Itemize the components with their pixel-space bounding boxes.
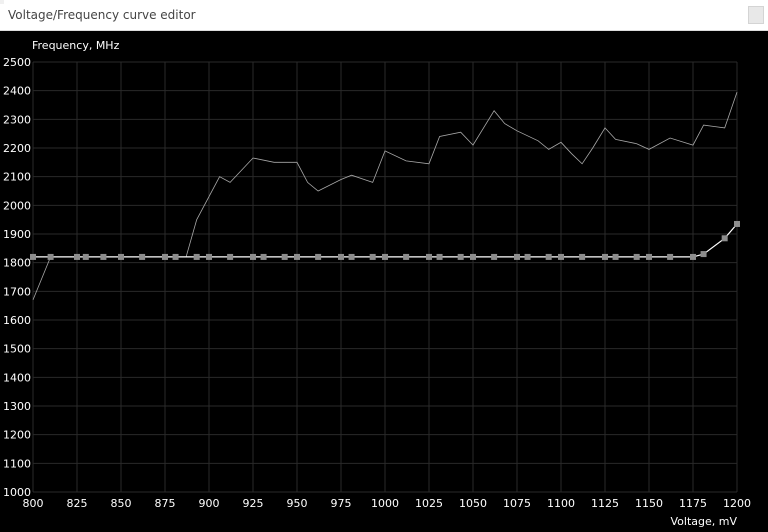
x-tick-label: 825 <box>67 497 88 510</box>
curve-point[interactable] <box>250 253 256 260</box>
y-tick-label: 1800 <box>3 257 31 270</box>
y-tick-label: 1300 <box>3 400 31 413</box>
curve-point[interactable] <box>281 253 288 260</box>
curve-point[interactable] <box>690 253 696 260</box>
curve-point[interactable] <box>30 253 36 260</box>
curve-point[interactable] <box>227 253 234 260</box>
x-tick-label: 1025 <box>415 497 443 510</box>
x-tick-label: 1150 <box>635 497 663 510</box>
curve-point[interactable] <box>206 253 212 260</box>
x-tick-label: 1175 <box>679 497 707 510</box>
vf-curve-chart[interactable]: 800 825 850 875 900 925 950 975 1000 1025 1050 1075… <box>0 0 768 532</box>
x-tick-label: 925 <box>243 497 264 510</box>
y-tick-label: 1200 <box>3 429 31 442</box>
curve-point[interactable] <box>436 253 443 260</box>
curve-point[interactable] <box>426 253 432 260</box>
y-tick-label: 2300 <box>3 113 31 126</box>
curve-point[interactable] <box>457 253 464 260</box>
curve-point[interactable] <box>700 251 707 258</box>
curve-point[interactable] <box>47 253 54 260</box>
curve-point[interactable] <box>369 253 376 260</box>
curve-point[interactable] <box>514 253 520 260</box>
y-tick-label: 1100 <box>3 457 31 470</box>
y-tick-label: 1600 <box>3 314 31 327</box>
curve-point[interactable] <box>602 253 608 260</box>
curve-point[interactable] <box>193 253 200 260</box>
y-tick-label: 2200 <box>3 142 31 155</box>
x-axis-label: Voltage, mV <box>671 515 738 528</box>
x-tick-label: 850 <box>111 497 132 510</box>
curve-point[interactable] <box>82 253 89 260</box>
x-tick-label: 1200 <box>723 497 751 510</box>
curve-point[interactable] <box>348 253 355 260</box>
curve-point[interactable] <box>118 253 124 260</box>
curve-point[interactable] <box>382 253 388 260</box>
curve-point[interactable] <box>403 253 410 260</box>
x-tick-label: 1000 <box>371 497 399 510</box>
y-tick-label: 2000 <box>3 199 31 212</box>
curve-point[interactable] <box>646 253 652 260</box>
x-tick-label: 1075 <box>503 497 531 510</box>
curve-point[interactable] <box>721 235 728 242</box>
curve-point[interactable] <box>139 253 146 260</box>
y-tick-label: 2400 <box>3 85 31 98</box>
curve-point[interactable] <box>491 253 498 260</box>
curve-point[interactable] <box>100 253 107 260</box>
x-tick-label: 1125 <box>591 497 619 510</box>
curve-point[interactable] <box>74 253 80 260</box>
curve-point[interactable] <box>172 253 179 260</box>
curve-point[interactable] <box>315 253 322 260</box>
x-tick-label: 1050 <box>459 497 487 510</box>
curve-point[interactable] <box>162 253 168 260</box>
x-tick-label: 975 <box>331 497 352 510</box>
y-tick-label: 1700 <box>3 285 31 298</box>
curve-point[interactable] <box>579 253 586 260</box>
x-tick-label: 875 <box>155 497 176 510</box>
y-axis-label: Frequency, MHz <box>32 39 120 52</box>
curve-point[interactable] <box>294 253 300 260</box>
x-tick-label: 950 <box>287 497 308 510</box>
curve-point[interactable] <box>524 253 531 260</box>
curve-point[interactable] <box>734 220 740 227</box>
x-tick-label: 1100 <box>547 497 575 510</box>
y-tick-label: 1400 <box>3 371 31 384</box>
y-tick-label: 1500 <box>3 343 31 356</box>
curve-point[interactable] <box>558 253 564 260</box>
curve-point[interactable] <box>545 253 552 260</box>
curve-point[interactable] <box>667 253 674 260</box>
y-tick-label: 1000 <box>3 486 31 499</box>
x-tick-label: 900 <box>199 497 220 510</box>
curve-point[interactable] <box>338 253 344 260</box>
curve-point[interactable] <box>612 253 619 260</box>
curve-point[interactable] <box>633 253 640 260</box>
chart-grid <box>32 61 738 493</box>
y-tick-label: 2500 <box>3 56 31 69</box>
curve-point[interactable] <box>260 253 267 260</box>
y-tick-label: 1900 <box>3 228 31 241</box>
curve-point[interactable] <box>470 253 476 260</box>
y-tick-label: 2100 <box>3 171 31 184</box>
chart-ticks: 800 825 850 875 900 925 950 975 1000 1025 1050 1075… <box>3 56 751 510</box>
